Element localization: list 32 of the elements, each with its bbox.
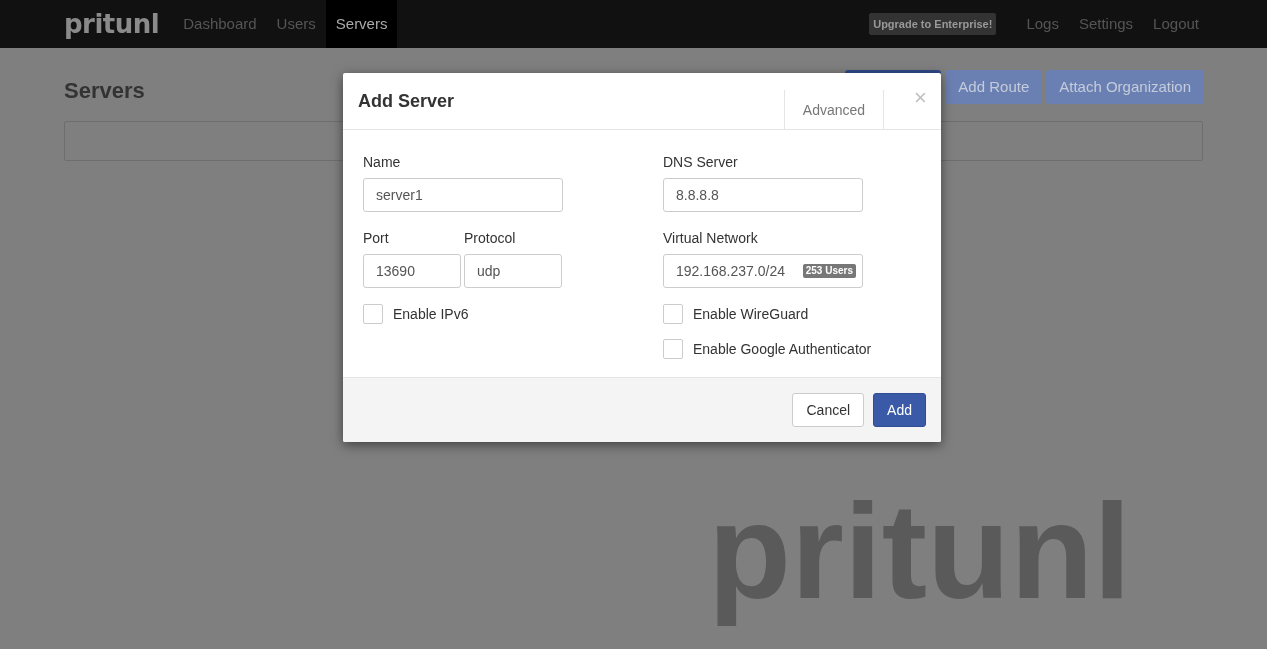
nav-link[interactable]: Users	[266, 0, 326, 48]
text-field[interactable]: 13690	[363, 254, 461, 288]
users-badge: 253 Users	[802, 264, 856, 278]
dialog-title: Add Server	[358, 89, 455, 113]
toolbar-button[interactable]: Attach Organization	[1046, 70, 1204, 104]
nav-link[interactable]: Logout	[1143, 12, 1209, 36]
text-field[interactable]: 8.8.8.8	[663, 178, 863, 212]
text-field[interactable]: server1	[363, 178, 563, 212]
dialog-button[interactable]: Add	[873, 393, 926, 427]
page-title: Servers	[64, 77, 145, 105]
nav-link[interactable]: Logs	[1016, 12, 1069, 36]
brand-logo[interactable]: pritunl	[64, 4, 160, 44]
upgrade-badge[interactable]: Upgrade to Enterprise!	[869, 12, 997, 36]
field-label: Virtual Network	[663, 229, 759, 248]
checkbox-label: Enable WireGuard	[693, 304, 809, 324]
field-label: Protocol	[464, 229, 517, 248]
nav-link[interactable]: Servers	[325, 0, 398, 48]
checkbox[interactable]	[663, 339, 683, 359]
dialog-tab[interactable]: Advanced	[784, 90, 884, 129]
text-field[interactable]: udp	[464, 254, 562, 288]
checkbox[interactable]	[663, 304, 683, 324]
field-label: Name	[363, 153, 402, 172]
text-field[interactable]: 192.168.237.0/24 253 Users	[663, 254, 863, 288]
field-label: DNS Server	[663, 153, 739, 172]
checkbox-label: Enable IPv6	[393, 304, 469, 324]
dialog-button[interactable]: Cancel	[792, 393, 865, 427]
checkbox[interactable]	[363, 304, 383, 324]
field-label: Port	[363, 229, 390, 248]
nav-link[interactable]: Dashboard	[173, 0, 267, 48]
toolbar-button[interactable]: Add Route	[945, 70, 1043, 104]
nav-link[interactable]: Settings	[1068, 12, 1144, 36]
checkbox-label: Enable Google Authenticator	[693, 339, 872, 359]
